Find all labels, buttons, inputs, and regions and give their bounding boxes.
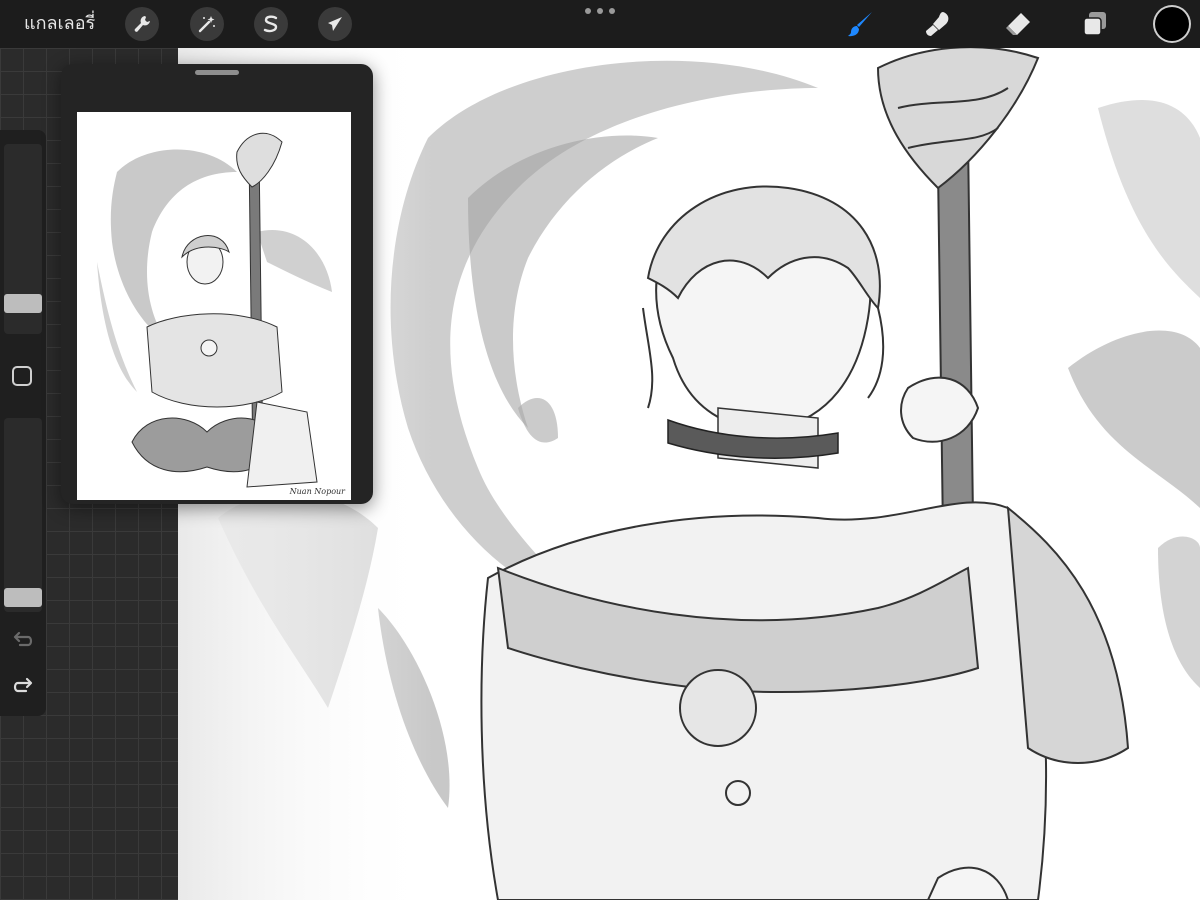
opacity-thumb[interactable] xyxy=(4,588,42,607)
more-dots-icon[interactable] xyxy=(585,3,615,19)
transform-button[interactable] xyxy=(318,7,352,41)
selection-s-icon xyxy=(263,15,278,33)
brush-button[interactable] xyxy=(843,6,879,42)
gallery-button[interactable]: แกลเลอรี่ xyxy=(24,11,95,37)
square-icon[interactable] xyxy=(12,366,32,386)
magic-wand-icon xyxy=(198,16,215,33)
layers-button[interactable] xyxy=(1077,6,1113,42)
color-swatch-button[interactable] xyxy=(1155,7,1189,41)
actions-button[interactable] xyxy=(125,7,159,41)
redo-icon[interactable] xyxy=(10,674,36,700)
adjustments-button[interactable] xyxy=(190,7,224,41)
drag-handle[interactable] xyxy=(195,70,239,75)
smudge-button[interactable] xyxy=(920,6,956,42)
brush-size-thumb[interactable] xyxy=(4,294,42,313)
top-toolbar: แกลเลอรี่ xyxy=(0,0,1200,48)
opacity-slider[interactable] xyxy=(4,418,42,612)
arrow-cursor-icon xyxy=(328,17,342,31)
brush-size-slider[interactable] xyxy=(4,144,42,334)
reference-image: Nuan Nopour xyxy=(77,112,351,500)
eraser-icon xyxy=(1006,13,1030,35)
layers-icon xyxy=(1083,12,1106,36)
undo-icon[interactable] xyxy=(10,628,36,654)
left-sidebar xyxy=(0,130,46,716)
artist-signature: Nuan Nopour xyxy=(289,487,345,496)
selection-button[interactable] xyxy=(254,7,288,41)
smudge-icon xyxy=(926,12,949,36)
wrench-icon xyxy=(134,16,150,32)
brush-icon xyxy=(848,12,872,37)
eraser-button[interactable] xyxy=(1000,6,1036,42)
reference-window[interactable]: Nuan Nopour xyxy=(61,64,373,504)
